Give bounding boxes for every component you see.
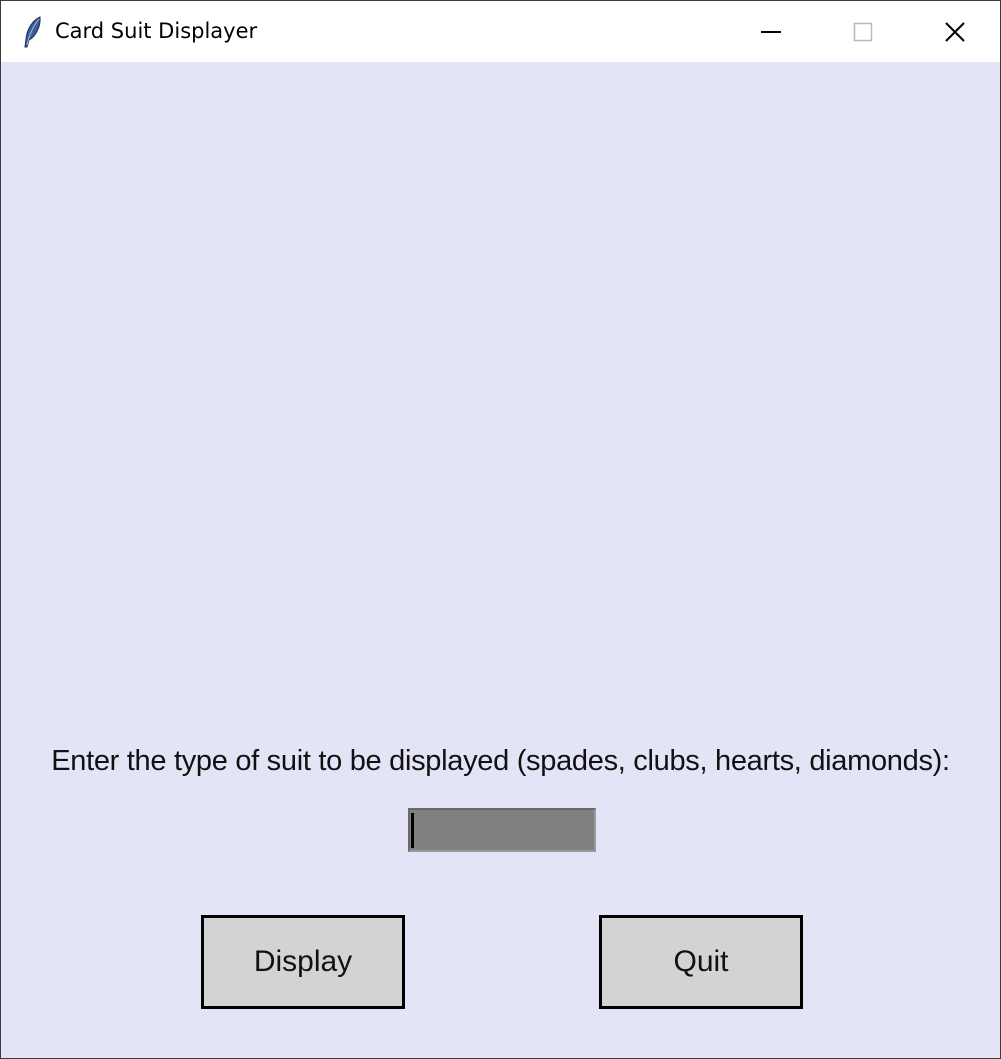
app-window: Card Suit Displayer Enter the type of su… [0, 0, 1001, 1059]
suit-prompt-label: Enter the type of suit to be displayed (… [51, 745, 950, 777]
close-button[interactable] [909, 1, 1000, 62]
quit-button[interactable]: Quit [599, 915, 803, 1009]
display-button[interactable]: Display [201, 915, 405, 1009]
main-content: Enter the type of suit to be displayed (… [1, 62, 1000, 1058]
text-cursor [411, 813, 414, 848]
minimize-icon [760, 21, 782, 43]
maximize-button[interactable] [817, 1, 909, 62]
close-icon [944, 21, 966, 43]
suit-input[interactable] [408, 808, 596, 852]
feather-icon [22, 15, 44, 49]
title-bar[interactable]: Card Suit Displayer [1, 1, 1000, 62]
minimize-button[interactable] [725, 1, 817, 62]
maximize-icon [852, 21, 874, 43]
window-title: Card Suit Displayer [55, 19, 258, 43]
